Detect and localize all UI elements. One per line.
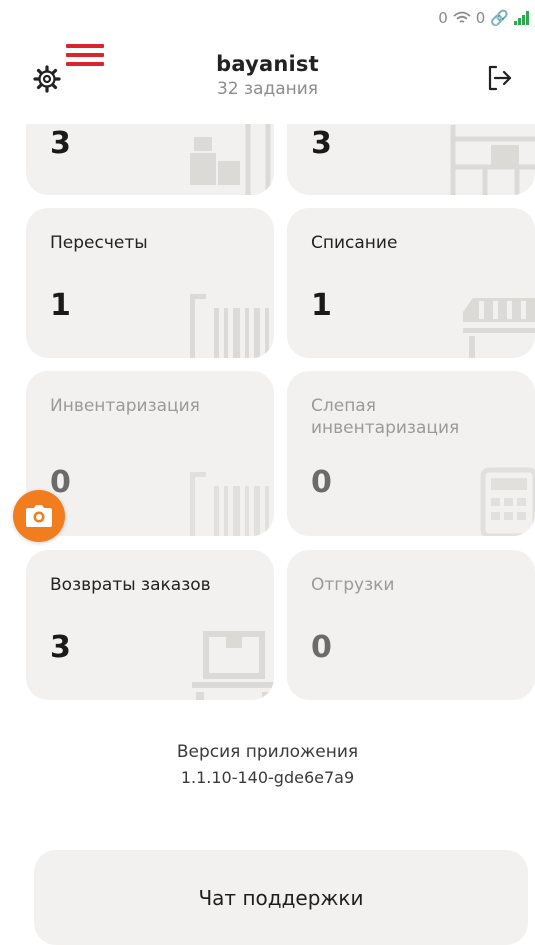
status-bar: 0 0 🔗 (0, 0, 535, 36)
calculator-icon (479, 466, 535, 536)
barcode-icon (188, 464, 274, 536)
cart-icon (459, 298, 535, 358)
boxes-shelf-icon (184, 115, 274, 195)
version-label: Версия приложения (176, 742, 359, 762)
task-card-label: Инвентаризация (50, 396, 200, 416)
camera-icon (26, 505, 52, 527)
task-card-count: 3 (50, 630, 71, 665)
task-card-write-off[interactable]: Списание 1 (287, 208, 535, 358)
task-card-count: 0 (311, 465, 332, 500)
task-card-count: 3 (50, 126, 71, 161)
shelving-icon (445, 115, 535, 195)
task-card-label: Возвраты заказов (50, 575, 211, 595)
header-title-block: bayanist 32 задания (0, 52, 535, 99)
support-chat-button[interactable]: Чат поддержки (34, 850, 528, 945)
status-count-right: 0 (475, 9, 486, 27)
task-card-label: Отгрузки (311, 575, 395, 595)
version-value: 1.1.10-140-gde6e7a9 (180, 768, 355, 787)
camera-button[interactable] (13, 490, 65, 542)
page-title: bayanist (216, 52, 319, 76)
app-version: Версия приложения 1.1.10-140-gde6e7a9 (0, 742, 535, 787)
task-card-order-returns[interactable]: Возвраты заказов 3 (26, 550, 274, 700)
status-icons: 0 0 🔗 (438, 9, 529, 27)
link-icon: 🔗 (490, 9, 509, 27)
logout-button[interactable] (485, 64, 515, 94)
task-card-shipments[interactable]: Отгрузки 0 (287, 550, 535, 700)
task-card-count: 0 (311, 630, 332, 665)
task-card-count: 1 (50, 288, 71, 323)
logout-arrow-icon (488, 65, 512, 91)
task-card-blind-inventory[interactable]: Слепая инвентаризация 0 (287, 371, 535, 536)
task-card-label: Списание (311, 233, 398, 253)
task-card-label: Пересчеты (50, 233, 148, 253)
package-cart-icon (192, 630, 274, 700)
task-card-label: Слепая инвентаризация (311, 396, 460, 438)
task-card-count: 1 (311, 288, 332, 323)
app-header: bayanist 32 задания (0, 36, 535, 124)
signal-icon (514, 11, 529, 25)
status-count-left: 0 (438, 9, 448, 27)
task-card-recounts[interactable]: Пересчеты 1 (26, 208, 274, 358)
wifi-icon (453, 11, 471, 23)
task-card-count: 3 (311, 126, 332, 161)
barcode-icon (188, 286, 274, 358)
task-count-subtitle: 32 задания (216, 79, 319, 99)
